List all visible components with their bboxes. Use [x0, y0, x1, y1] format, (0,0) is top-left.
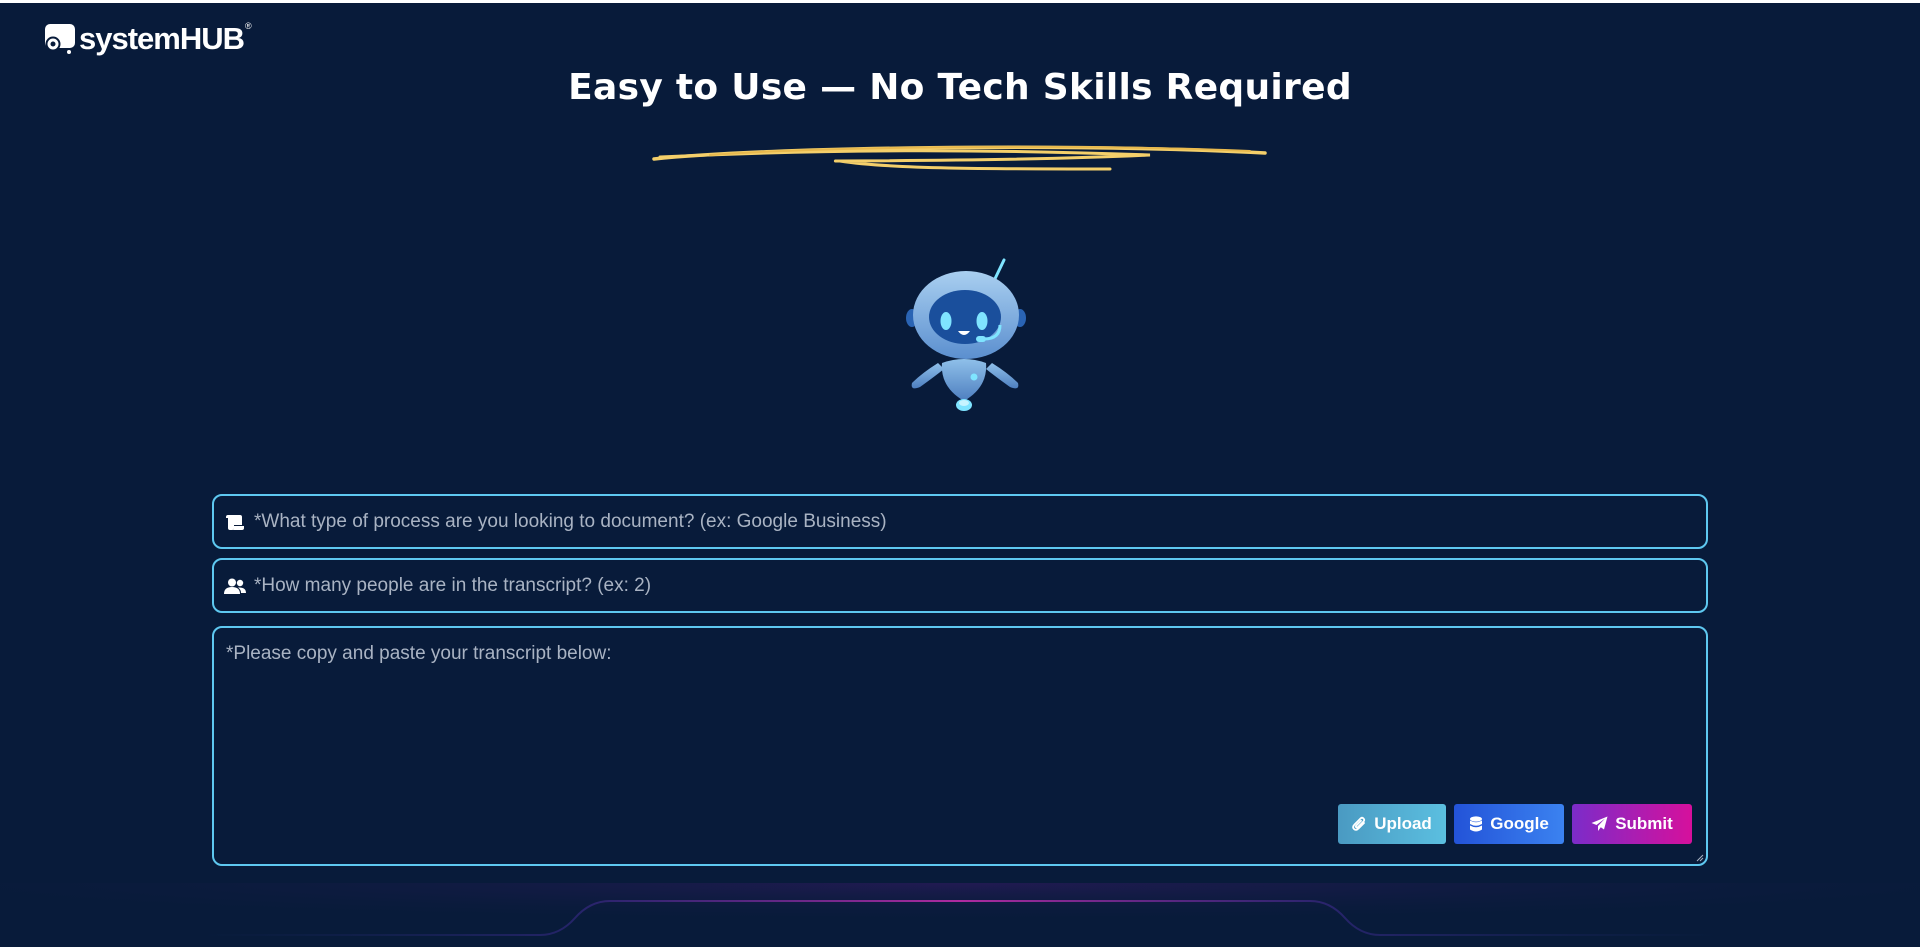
- google-button[interactable]: Google: [1454, 804, 1564, 844]
- users-icon: [224, 576, 246, 596]
- registered-mark: ®: [245, 21, 252, 31]
- robot-mascot-icon: [906, 258, 1026, 411]
- upload-button[interactable]: Upload: [1338, 804, 1446, 844]
- scroll-icon: [224, 512, 246, 532]
- page: systemHUB ® Easy to Use — No Tech Skills…: [0, 0, 1920, 947]
- send-icon: [1591, 816, 1608, 831]
- brand-name: systemHUB: [79, 21, 245, 56]
- submit-button-label: Submit: [1615, 814, 1673, 833]
- logo-mark-icon: [44, 24, 75, 54]
- submit-button[interactable]: Submit: [1572, 804, 1692, 844]
- process-type-input[interactable]: [254, 496, 1706, 547]
- database-icon: [1470, 815, 1483, 831]
- bottom-glow-decoration: [0, 883, 1920, 947]
- google-button-label: Google: [1490, 814, 1549, 833]
- scribble-underline-icon: [652, 145, 1267, 171]
- people-count-field[interactable]: [212, 558, 1708, 613]
- paperclip-icon: [1352, 816, 1366, 831]
- page-title: Easy to Use — No Tech Skills Required: [568, 67, 1352, 108]
- transcript-actions: Upload Google Submit: [1338, 804, 1692, 844]
- process-type-field[interactable]: [212, 494, 1708, 549]
- upload-button-label: Upload: [1374, 814, 1432, 833]
- resize-handle-icon[interactable]: [1696, 854, 1704, 862]
- transcript-field[interactable]: Upload Google Submit: [212, 626, 1708, 866]
- people-count-input[interactable]: [254, 560, 1706, 611]
- brand-logo[interactable]: systemHUB ®: [44, 21, 252, 57]
